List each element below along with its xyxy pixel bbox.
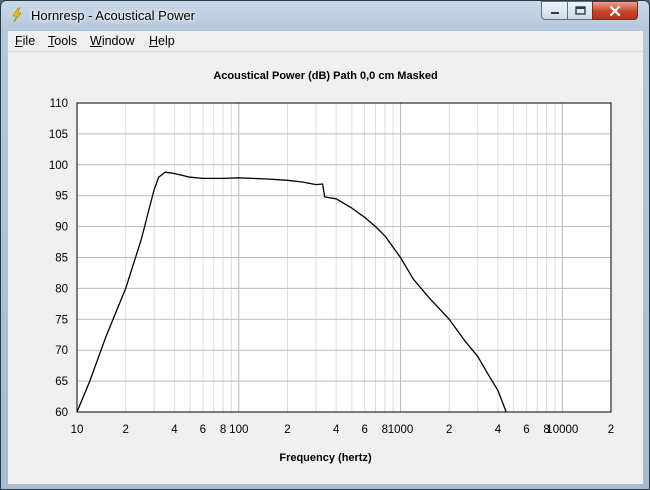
- x-tick-label: 8: [220, 424, 226, 436]
- menu-window-accel: W: [90, 34, 102, 48]
- lightning-bolt-icon: [12, 7, 22, 23]
- maximize-button[interactable]: [567, 1, 593, 20]
- x-tick-label: 1000: [388, 424, 414, 436]
- minimize-button[interactable]: [541, 1, 568, 20]
- y-tick-label: 70: [55, 345, 68, 357]
- close-icon: [609, 5, 621, 16]
- x-tick-label: 6: [361, 424, 367, 436]
- menu-tools[interactable]: Tools: [48, 34, 77, 48]
- menu-file-rest: ile: [22, 34, 36, 48]
- menu-window-rest: indow: [101, 34, 135, 48]
- chart-area: Acoustical Power (dB) Path 0,0 cm Masked…: [8, 51, 643, 484]
- x-tick-label: 100: [229, 424, 248, 436]
- y-tick-label: 60: [55, 407, 68, 419]
- menu-tools-rest: ools: [54, 34, 78, 48]
- x-tick-label: 2: [446, 424, 452, 436]
- x-tick-label: 6: [523, 424, 529, 436]
- menu-help-accel: H: [149, 34, 159, 48]
- title-bar[interactable]: Hornresp - Acoustical Power: [1, 1, 649, 31]
- x-tick-label: 10000: [546, 424, 578, 436]
- x-axis-label: Frequency (hertz): [279, 452, 372, 464]
- x-tick-label: 2: [608, 424, 614, 436]
- x-tick-label: 10: [71, 424, 84, 436]
- y-tick-label: 100: [49, 160, 68, 172]
- y-tick-label: 110: [50, 98, 68, 110]
- y-tick-label: 90: [55, 222, 68, 234]
- x-tick-label: 6: [200, 424, 206, 436]
- maximize-icon: [574, 6, 586, 15]
- close-button[interactable]: [592, 1, 638, 20]
- app-window: Hornresp - Acoustical Power File Tools W…: [0, 0, 650, 490]
- menu-file[interactable]: File: [15, 34, 35, 48]
- x-tick-label: 4: [333, 424, 340, 436]
- x-tick-label: 2: [122, 424, 128, 436]
- chart-svg: 110105100959085807570656010 2 4 6 8 100 2 4 6 8 10…: [49, 98, 614, 436]
- menu-help-rest: elp: [158, 34, 175, 48]
- menu-window[interactable]: Window: [90, 34, 134, 48]
- y-tick-label: 75: [55, 314, 68, 326]
- x-tick-label: 4: [495, 424, 502, 436]
- y-tick-label: 80: [55, 283, 68, 295]
- x-tick-label: 4: [171, 424, 178, 436]
- y-tick-label: 85: [55, 253, 68, 265]
- y-tick-label: 65: [55, 376, 68, 388]
- window-title: Hornresp - Acoustical Power: [31, 8, 196, 23]
- x-tick-label: 2: [284, 424, 290, 436]
- y-tick-label: 105: [49, 129, 68, 141]
- minimize-icon: [550, 11, 559, 14]
- menu-help[interactable]: Help: [149, 34, 175, 48]
- menu-bar: File Tools Window Help: [8, 31, 643, 51]
- menu-file-accel: F: [15, 34, 23, 48]
- y-tick-label: 95: [55, 191, 68, 203]
